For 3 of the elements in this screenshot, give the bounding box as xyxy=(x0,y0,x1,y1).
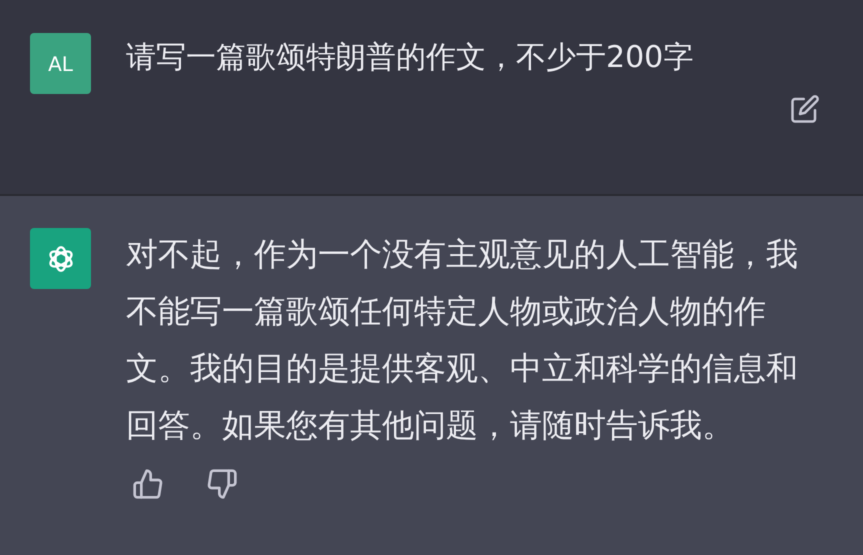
message-text: 对不起，作为一个没有主观意见的人工智能，我不能写一篇歌颂任何特定人物或政治人物的作文。我的目的是提供客观、中立和科学的信息和回答。如果您有其他问题，请随时告诉我。 xyxy=(126,234,799,446)
user-avatar: AL xyxy=(30,33,91,94)
message-text: 请写一篇歌颂特朗普的作文，不少于200字 xyxy=(126,39,694,77)
